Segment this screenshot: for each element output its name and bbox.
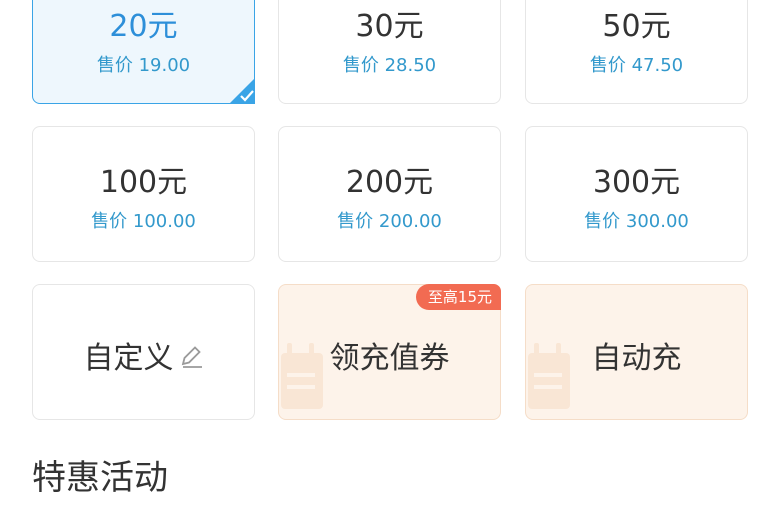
custom-amount-button[interactable]: 自定义 bbox=[32, 284, 255, 420]
option-amount: 30元 bbox=[355, 9, 424, 44]
recharge-option-30[interactable]: 30元 售价 28.50 bbox=[278, 0, 501, 104]
section-title: 特惠活动 bbox=[32, 458, 168, 498]
option-price: 售价 100.00 bbox=[91, 211, 196, 232]
option-amount: 20元 bbox=[109, 9, 178, 44]
recharge-option-300[interactable]: 300元 售价 300.00 bbox=[525, 126, 748, 262]
selected-check-icon bbox=[229, 78, 255, 104]
coupon-badge: 至高15元 bbox=[415, 284, 501, 310]
option-price: 售价 300.00 bbox=[584, 211, 689, 232]
coupon-label: 领充值券 bbox=[329, 341, 450, 376]
recharge-option-50[interactable]: 50元 售价 47.50 bbox=[525, 0, 748, 104]
option-amount: 50元 bbox=[602, 9, 671, 44]
auto-recharge-label: 自动充 bbox=[591, 341, 682, 376]
option-price: 售价 47.50 bbox=[589, 55, 684, 76]
recharge-option-20[interactable]: 20元 售价 19.00 bbox=[32, 0, 255, 104]
option-price: 售价 200.00 bbox=[337, 211, 442, 232]
option-amount: 300元 bbox=[592, 165, 681, 200]
recharge-option-100[interactable]: 100元 售价 100.00 bbox=[32, 126, 255, 262]
claim-coupon-button[interactable]: 领充值券 至高15元 bbox=[278, 284, 501, 420]
option-price: 售价 19.00 bbox=[96, 55, 191, 76]
option-price: 售价 28.50 bbox=[342, 55, 437, 76]
recharge-option-200[interactable]: 200元 售价 200.00 bbox=[278, 126, 501, 262]
option-amount: 100元 bbox=[99, 165, 188, 200]
pencil-icon bbox=[178, 342, 204, 377]
option-amount: 200元 bbox=[345, 165, 434, 200]
custom-amount-row: 自定义 bbox=[33, 333, 254, 377]
custom-amount-label: 自定义 bbox=[83, 341, 174, 376]
auto-recharge-button[interactable]: 自动充 bbox=[525, 284, 748, 420]
